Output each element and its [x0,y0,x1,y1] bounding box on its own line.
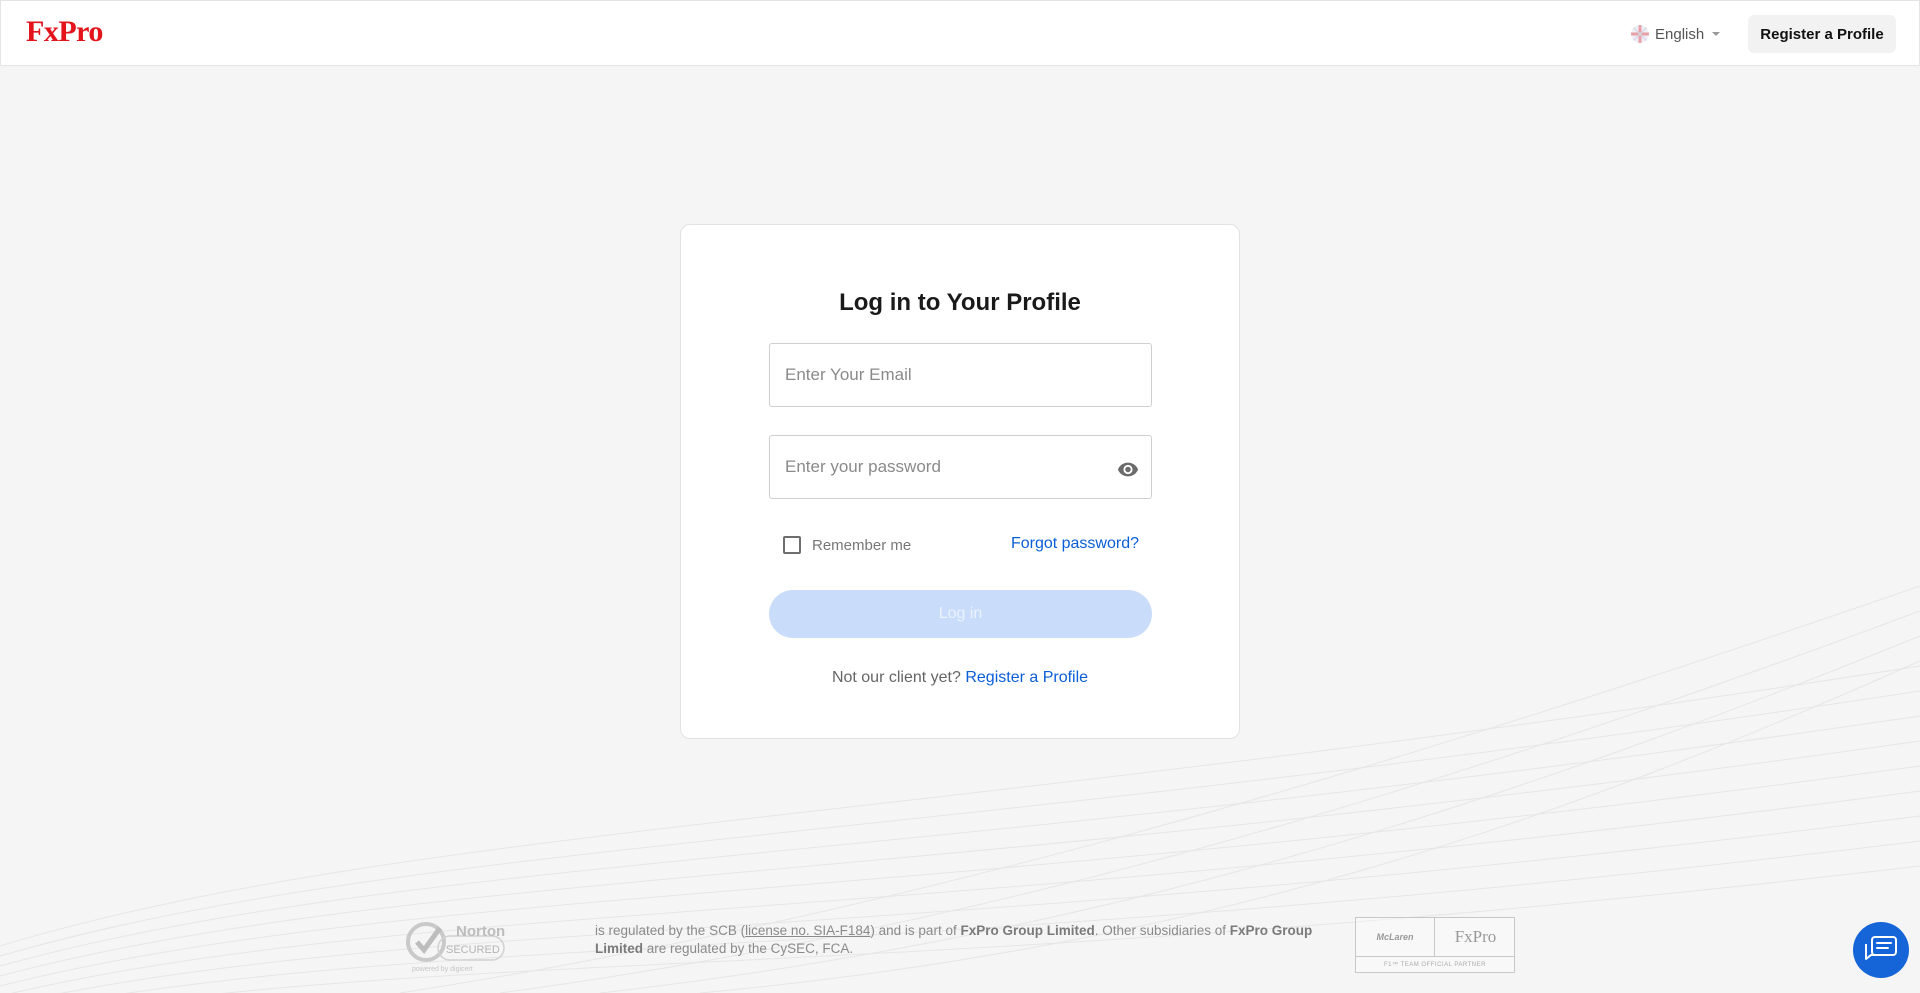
norton-secured-badge: Norton SECURED powered by digicert [406,922,505,973]
email-field-wrapper [769,343,1152,407]
license-link[interactable]: license no. SIA-F184 [745,923,870,938]
uk-flag-icon [1631,25,1649,43]
live-chat-button[interactable] [1853,922,1909,978]
forgot-password-link[interactable]: Forgot password? [1011,535,1139,553]
login-button[interactable]: Log in [769,590,1152,638]
mclaren-logo: McLaren [1356,918,1435,956]
eye-icon[interactable] [1117,458,1139,480]
footer-text-3: . Other subsidiaries of [1094,923,1230,938]
login-card: Log in to Your Profile Remember me Forgo… [680,224,1240,739]
regulatory-text: is regulated by the SCB (license no. SIA… [595,922,1320,958]
register-profile-button[interactable]: Register a Profile [1748,15,1896,53]
chevron-down-icon [1712,32,1721,36]
fxpro-logo[interactable]: FxPro [26,15,103,49]
norton-title: Norton [456,923,505,940]
footer-text-1: is regulated by the SCB ( [595,923,746,938]
chat-icon [1865,936,1897,960]
top-header: FxPro English Register a Profile [0,0,1920,66]
mclaren-partner-badge: McLaren FxPro F1™ TEAM OFFICIAL PARTNER [1355,917,1515,973]
checkbox-box[interactable] [783,536,801,554]
footer-text-2: ) and is part of [870,923,961,938]
not-client-text: Not our client yet? [831,669,961,686]
login-title: Log in to Your Profile [839,289,1081,316]
remember-me-checkbox[interactable]: Remember me [783,536,911,554]
email-field[interactable] [770,344,1151,406]
remember-me-label: Remember me [812,536,912,554]
partner-caption: F1™ TEAM OFFICIAL PARTNER [1356,956,1514,973]
password-field-wrapper [769,435,1152,499]
language-label: English [1655,25,1705,43]
norton-sub: SECURED [446,944,500,956]
language-selector[interactable]: English [1631,23,1721,45]
footer-group-1: FxPro Group Limited [960,923,1095,938]
norton-by: powered by digicert [412,966,473,973]
register-profile-link[interactable]: Register a Profile [965,669,1088,686]
footer-text-4: are regulated by the CySEC, FCA. [643,941,854,956]
fxpro-partner-logo: FxPro [1454,927,1497,946]
register-prompt: Not our client yet? Register a Profile [681,669,1239,687]
password-field[interactable] [770,436,1151,498]
